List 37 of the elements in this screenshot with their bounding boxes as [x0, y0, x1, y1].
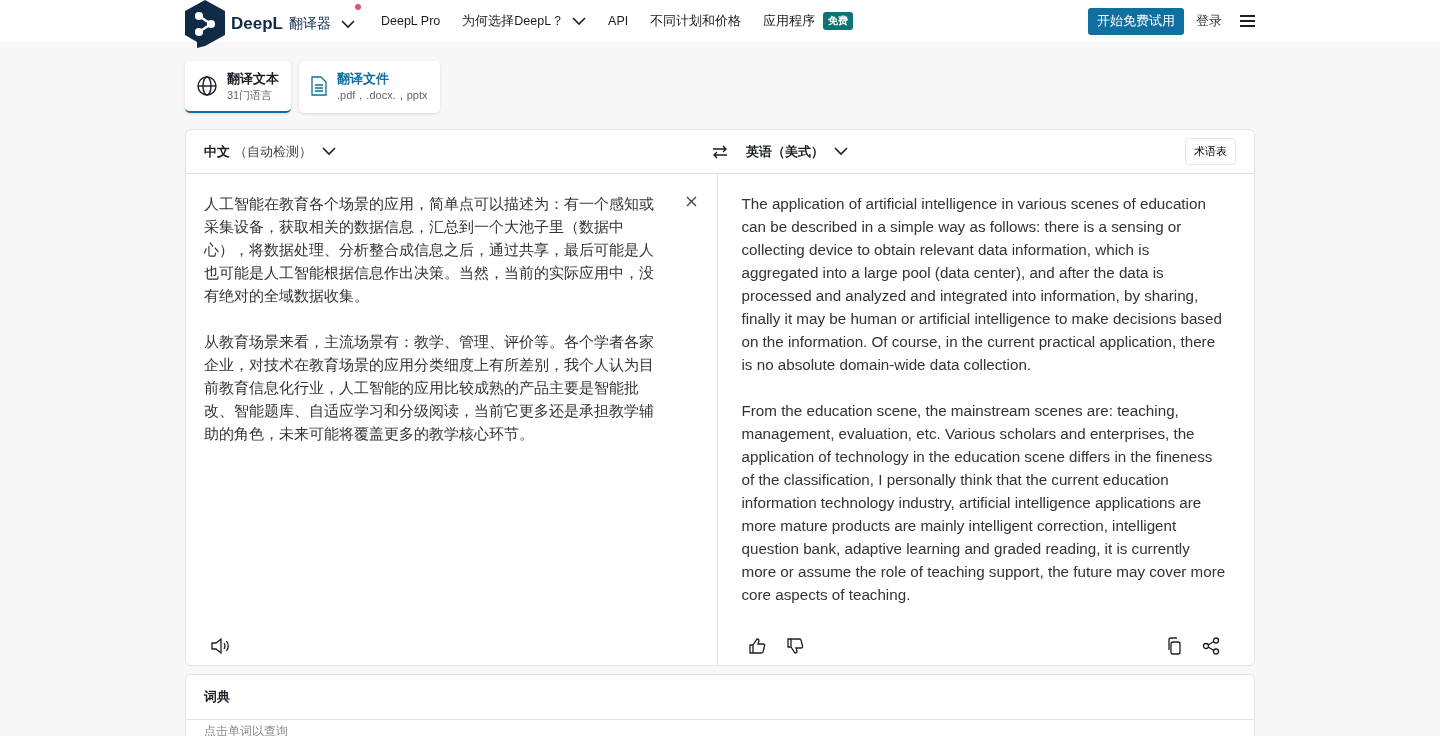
nav-link[interactable]: 应用程序: [763, 12, 816, 30]
source-paragraph: 人工智能在教育各个场景的应用，简单点可以描述为：有一个感知或采集设备，获取相关的数据信息，汇总到一个大池子里（数据中心），将数据处理、分析整合成信息之后，通过共享，最后可能是人也可能是人工智能根据信息作出决策。当然，当前的实际应用中，没有绝对的全域数据收集。: [204, 194, 655, 306]
thumbs-up-icon[interactable]: [747, 637, 766, 655]
nav-link[interactable]: 不同计划和价格: [650, 12, 742, 30]
thumbs-down-icon[interactable]: [785, 637, 804, 655]
logo-icon[interactable]: [185, 0, 225, 48]
chevron-down-icon: [322, 147, 336, 156]
source-language-selector[interactable]: 中文 （自动检测）: [204, 142, 336, 161]
copy-icon[interactable]: [1166, 637, 1182, 655]
nav-link[interactable]: API: [608, 14, 629, 28]
menu-icon[interactable]: [1240, 15, 1255, 27]
login-link[interactable]: 登录: [1196, 12, 1222, 30]
product-name[interactable]: 翻译器: [288, 15, 331, 33]
chevron-down-icon: [340, 19, 355, 29]
share-icon[interactable]: [1202, 637, 1220, 655]
mode-tab[interactable]: 翻译文件 .pdf，.docx.，pptx: [299, 61, 440, 113]
translation-paragraph: From the education scene, the mainstream scenes are: teaching, management, evaluation, etc. Various scholars and enterprises, the application of technology in the education scene differs in the fineness of the classification, I personally think that the current education information technology industry, artificial intelligence applications are more mature products are mainly intelligent correction, intelligent question bank, adaptive learning and graded reading, it is currently more or assume the role of teaching support, the future may cover more core aspects of teaching.: [741, 401, 1227, 605]
dictionary-title: 词典: [186, 675, 1254, 720]
chevron-down-icon: [572, 16, 587, 26]
brand-name[interactable]: DeepL: [231, 14, 283, 34]
globe-icon: [197, 76, 217, 96]
nav-link[interactable]: 为何选择DeepL？: [462, 12, 587, 30]
document-icon: [311, 76, 327, 96]
free-badge: 免费: [823, 12, 854, 30]
chevron-down-icon: [834, 147, 848, 156]
translation-paragraph: The application of artificial intelligence in various scenes of education can be described in a simple way as follows: there is a sensing or collecting device to obtain relevant data information, which is aggregated into a large pool (data center), and after the data is processed and analyzed and integrated into information, by sharing, finally it may be human or artificial intelligence to make decisions based on the information. Of course, in the current practical application, there is no absolute domain-wide data collection.: [741, 194, 1223, 375]
notification-dot: [354, 4, 361, 10]
target-language-selector[interactable]: 英语（美式）: [746, 142, 848, 161]
nav-link[interactable]: DeepL Pro: [380, 14, 441, 28]
close-icon[interactable]: [686, 196, 697, 207]
glossary-button[interactable]: 术语表: [1185, 138, 1236, 165]
start-free-trial-button[interactable]: 开始免费试用: [1088, 7, 1184, 35]
auto-detect-label: （自动检测）: [234, 142, 312, 161]
speaker-icon[interactable]: [210, 637, 230, 655]
swap-icon[interactable]: [712, 144, 728, 159]
mode-tab[interactable]: 翻译文本 31门语言: [185, 61, 291, 113]
source-paragraph: 从教育场景来看，主流场景有：教学、管理、评价等。各个学者各家企业，对技术在教育场景的应用分类细度上有所差别，我个人认为目前教育信息化行业，人工智能的应用比较成熟的产品主要是智能批改、智能题库、自适应学习和分级阅读，当前它更多还是承担教学辅助的角色，未来可能将覆盖更多的教学核心环节。: [204, 332, 655, 444]
